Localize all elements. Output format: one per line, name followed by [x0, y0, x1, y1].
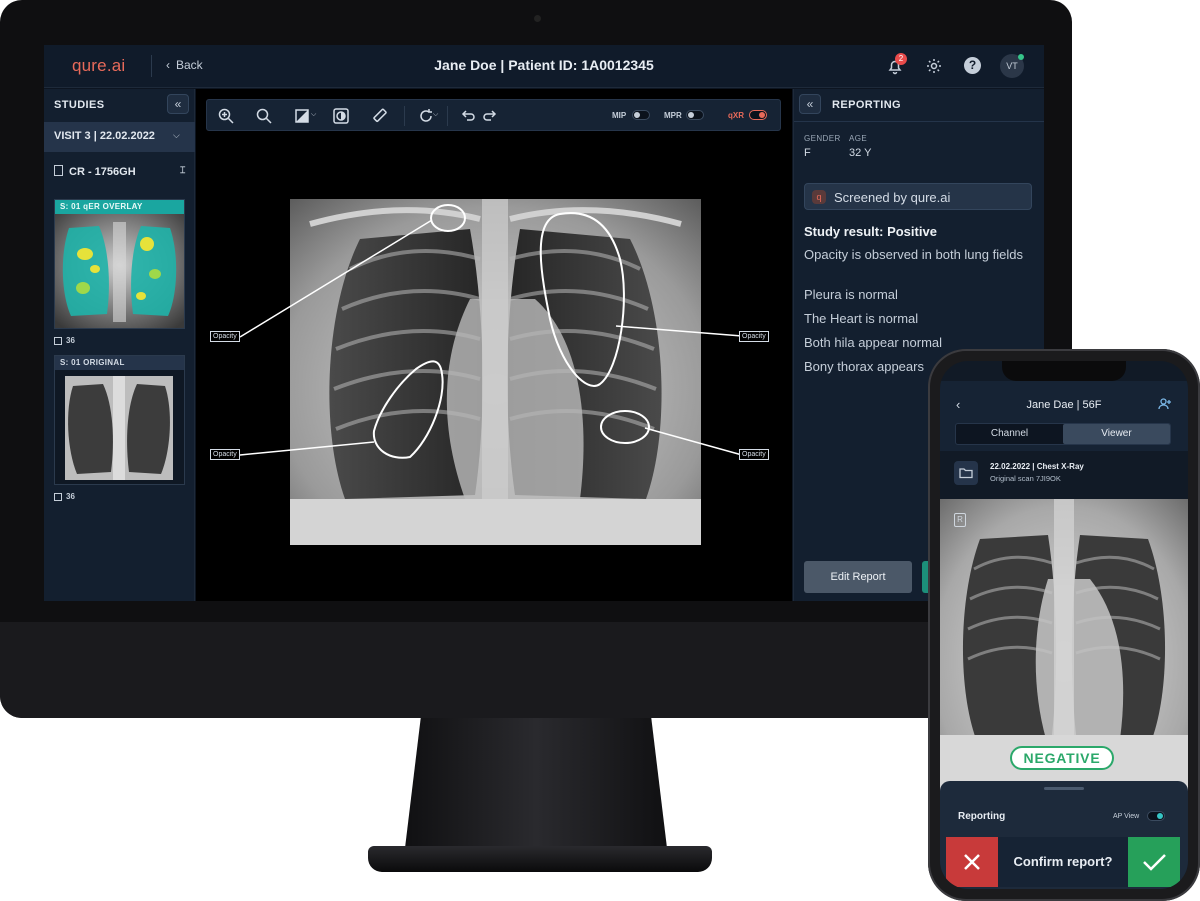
- mobile-tabs: Channel Viewer: [955, 423, 1171, 445]
- image-viewer[interactable]: ⌵ ⌵ MIP MPR qXR Opacity Opacity Opacity …: [196, 89, 792, 601]
- close-icon: [964, 854, 980, 870]
- gender-label: GENDER: [804, 134, 841, 143]
- app-logo[interactable]: qure.ai: [72, 56, 125, 76]
- confirm-report-prompt: Confirm report?: [998, 837, 1128, 887]
- thumbnail-image-count: 36: [54, 336, 75, 345]
- collapse-reporting-button[interactable]: «: [799, 94, 821, 114]
- opacity-annotation-tag[interactable]: Opacity: [739, 331, 769, 342]
- notification-badge: 2: [895, 53, 907, 65]
- monitor-stand: [405, 718, 667, 848]
- result-badge: NEGATIVE: [1010, 746, 1114, 770]
- finding-item: The Heart is normal: [804, 311, 919, 326]
- study-title: 22.02.2022 | Chest X-Ray: [990, 462, 1084, 471]
- phone-frame: ‹ Jane Dae | 56F Channel Viewer 22.02.20…: [928, 349, 1200, 901]
- opacity-annotation-tag[interactable]: Opacity: [210, 449, 240, 460]
- desktop-app-screen: qure.ai ‹ Back Jane Doe | Patient ID: 1A…: [44, 45, 1044, 601]
- chevron-left-icon: ‹: [166, 58, 170, 72]
- thumbnail-label: S: 01 ORIGINAL: [55, 356, 184, 370]
- study-result: Study result: Positive: [804, 224, 937, 239]
- monitor-stand-base: [368, 846, 712, 872]
- mobile-app-screen: ‹ Jane Dae | 56F Channel Viewer 22.02.20…: [940, 361, 1188, 889]
- thumbnail-image-count: 36: [54, 492, 75, 501]
- overlay-xray-image: [55, 214, 184, 328]
- stack-icon: [54, 492, 62, 501]
- screened-by-badge: q Screened by qure.ai: [804, 183, 1032, 210]
- folder-icon: [954, 461, 978, 485]
- monitor-chin: [0, 622, 1072, 718]
- age-value: 32 Y: [849, 147, 872, 159]
- ap-view-toggle[interactable]: [1147, 811, 1165, 821]
- orientation-marker: R: [954, 513, 966, 527]
- annotation-leaders: [239, 219, 743, 456]
- visit-selector[interactable]: VISIT 3 | 22.02.2022 ⌵: [44, 122, 195, 152]
- monitor-camera: [534, 15, 541, 22]
- panel-divider: [794, 121, 1044, 122]
- mobile-xray-image[interactable]: R NEGATIVE: [940, 499, 1188, 795]
- series-row[interactable]: CR - 1756GH ⌶: [54, 165, 189, 181]
- sheet-grab-handle[interactable]: [1044, 787, 1084, 790]
- opacity-annotation-tag[interactable]: Opacity: [739, 449, 769, 460]
- gear-icon[interactable]: [925, 57, 943, 75]
- study-subtitle: Original scan 7JI9OK: [990, 474, 1061, 483]
- accept-button[interactable]: [1128, 837, 1180, 887]
- thumbnail-original[interactable]: S: 01 ORIGINAL: [54, 355, 185, 485]
- thumbnail-qer-overlay[interactable]: S: 01 qER OVERLAY: [54, 199, 185, 329]
- finding-item: Pleura is normal: [804, 287, 898, 302]
- phone-notch: [1002, 361, 1126, 381]
- reporting-sheet: Reporting AP View Confirm report?: [940, 781, 1188, 889]
- qure-icon: q: [812, 190, 826, 204]
- count-label: 36: [66, 492, 75, 501]
- back-label: Back: [176, 58, 203, 72]
- studies-title: STUDIES: [54, 99, 105, 111]
- age-label: AGE: [849, 134, 868, 143]
- mobile-patient-title: Jane Dae | 56F: [1026, 399, 1102, 411]
- check-icon: [1143, 854, 1166, 871]
- original-xray-image: [55, 370, 184, 484]
- add-user-icon[interactable]: [1158, 397, 1172, 411]
- series-label: CR - 1756GH: [69, 166, 136, 178]
- count-label: 36: [66, 336, 75, 345]
- thumbnail-label: S: 01 qER OVERLAY: [55, 200, 184, 214]
- studies-panel: STUDIES « VISIT 3 | 22.02.2022 ⌵ CR - 17…: [44, 89, 195, 601]
- mobile-study-row[interactable]: 22.02.2022 | Chest X-Ray Original scan 7…: [940, 451, 1188, 499]
- help-icon[interactable]: ?: [964, 57, 981, 74]
- stack-icon: [54, 336, 62, 345]
- online-status-dot: [1018, 54, 1024, 60]
- tab-channel[interactable]: Channel: [956, 424, 1063, 444]
- tab-viewer[interactable]: Viewer: [1063, 424, 1170, 444]
- mobile-header: ‹ Jane Dae | 56F Channel Viewer: [940, 381, 1188, 451]
- top-bar: qure.ai ‹ Back Jane Doe | Patient ID: 1A…: [44, 45, 1044, 88]
- patient-title: Jane Doe | Patient ID: 1A0012345: [434, 57, 654, 73]
- reject-button[interactable]: [946, 837, 998, 887]
- collapse-studies-button[interactable]: «: [167, 94, 189, 114]
- toggle-knob: [1157, 813, 1163, 819]
- chevron-up-icon: ⌶: [180, 165, 186, 175]
- top-bar-divider: [151, 55, 152, 77]
- gender-value: F: [804, 147, 811, 159]
- sheet-title: Reporting: [958, 811, 1006, 822]
- edit-report-button[interactable]: Edit Report: [804, 561, 912, 593]
- visit-label: VISIT 3 | 22.02.2022: [54, 130, 155, 142]
- back-button[interactable]: ‹ Back: [166, 58, 203, 72]
- ap-view-label: AP View: [1113, 813, 1140, 820]
- opacity-annotation-tag[interactable]: Opacity: [210, 331, 240, 342]
- screened-by-text: Screened by qure.ai: [834, 190, 951, 205]
- finding-item: Opacity is observed in both lung fields: [804, 247, 1023, 262]
- document-icon: [54, 165, 63, 176]
- reporting-title: REPORTING: [832, 99, 901, 111]
- chevron-down-icon: ⌵: [173, 130, 180, 140]
